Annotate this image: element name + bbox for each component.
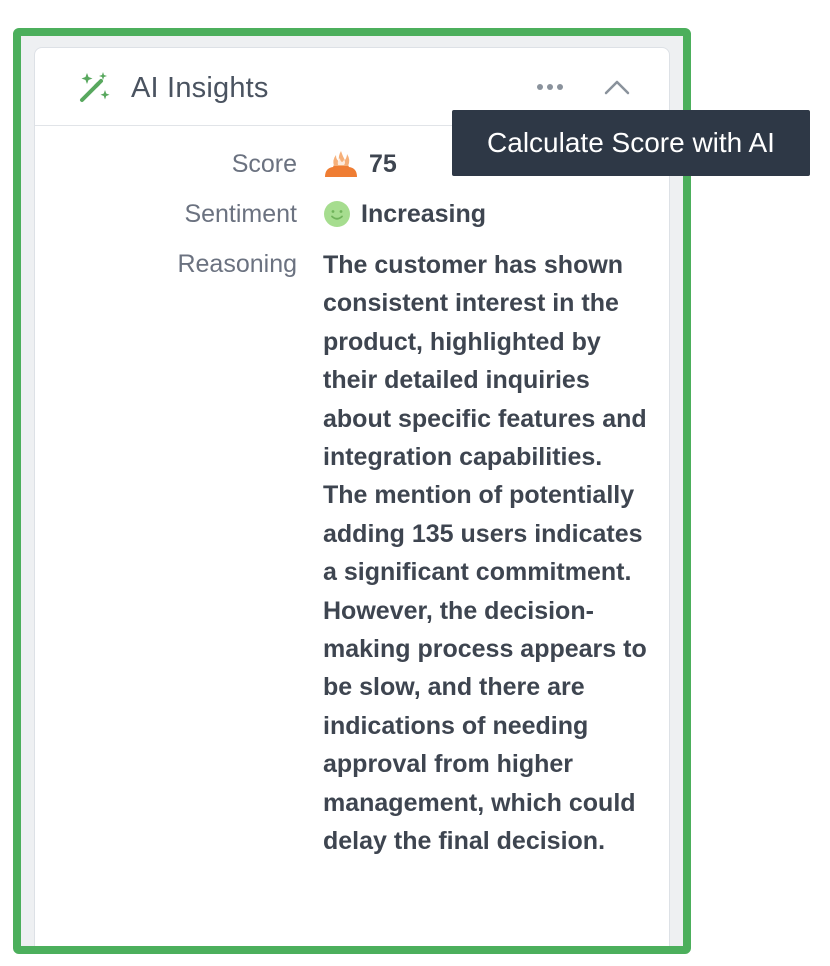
reasoning-label: Reasoning (177, 250, 297, 278)
score-value: 75 (323, 148, 397, 180)
sentiment-value: Increasing (323, 198, 486, 230)
panel-title: AI Insights (131, 72, 269, 104)
smiley-face-icon (324, 201, 350, 227)
more-options-button[interactable] (530, 72, 570, 102)
score-number: 75 (369, 150, 397, 178)
calculate-score-tooltip: Calculate Score with AI (452, 110, 810, 176)
magic-wand-icon (76, 70, 112, 106)
score-label: Score (231, 150, 297, 178)
flame-score-icon (325, 151, 357, 177)
chevron-up-icon (604, 80, 630, 95)
more-horizontal-icon (537, 84, 563, 90)
collapse-panel-button[interactable] (597, 70, 637, 104)
sentiment-label: Sentiment (184, 200, 297, 228)
ai-insights-card: AI Insights Score 75 Sentiment Increasin… (34, 47, 670, 946)
reasoning-text: The customer has shown consistent intere… (323, 251, 647, 856)
sentiment-text: Increasing (361, 200, 487, 228)
